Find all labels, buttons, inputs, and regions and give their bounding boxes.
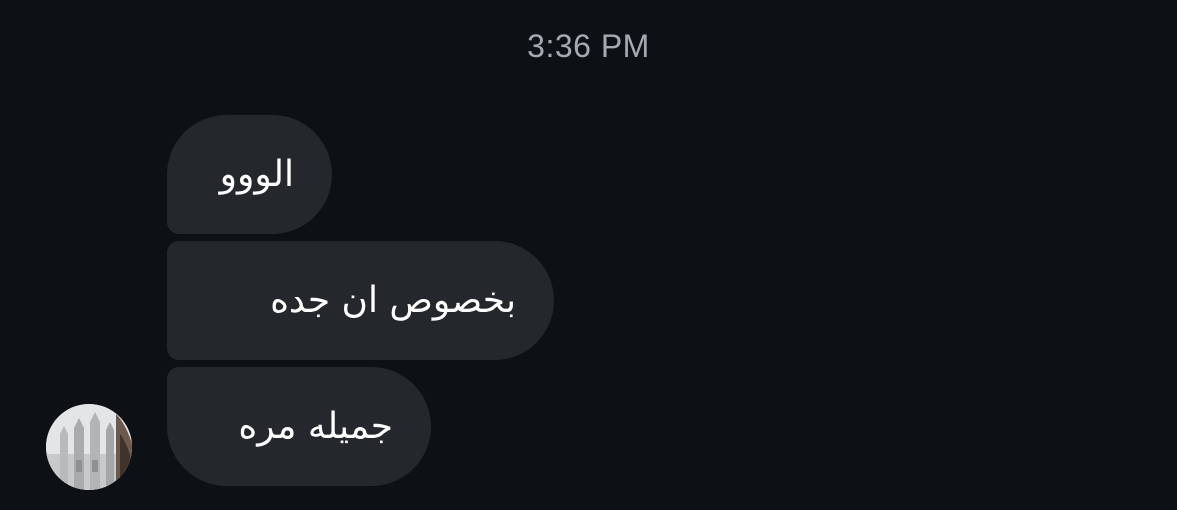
- message-text: جميله مره: [238, 406, 393, 447]
- message-bubble[interactable]: بخصوص ان جده: [167, 241, 554, 360]
- message-text: بخصوص ان جده: [270, 280, 516, 321]
- message-bubble[interactable]: جميله مره: [167, 367, 431, 486]
- sender-avatar[interactable]: [46, 404, 132, 490]
- message-timestamp: 3:36 PM: [527, 28, 650, 64]
- message-bubble[interactable]: الووو: [167, 115, 332, 234]
- message-text: الووو: [219, 154, 294, 195]
- building-photo-avatar-icon: [46, 404, 132, 490]
